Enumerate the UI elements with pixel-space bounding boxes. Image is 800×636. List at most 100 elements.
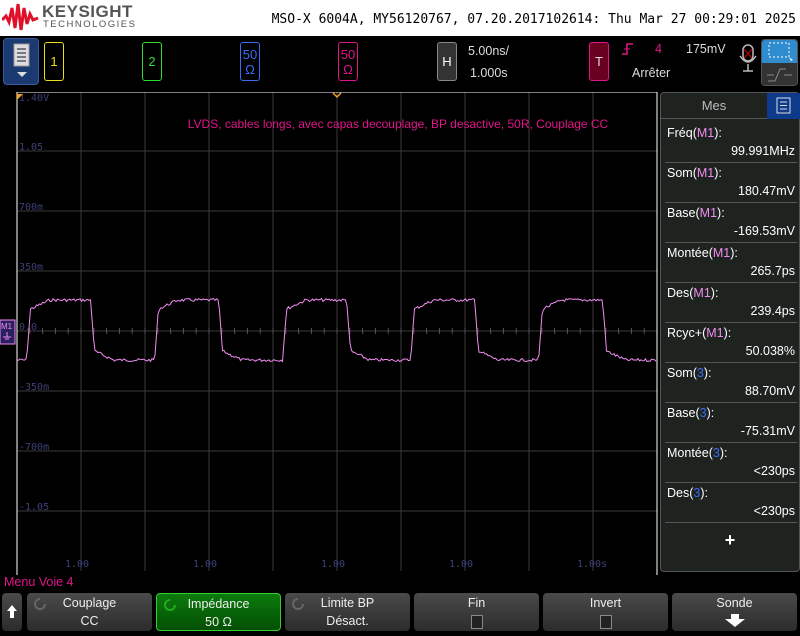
measurement-source: M1 <box>706 326 724 340</box>
y-axis-label: 1.40V <box>19 93 49 104</box>
channel-1-button[interactable]: 1 <box>44 42 64 81</box>
softkey-sonde[interactable]: Sonde <box>672 593 797 631</box>
measurement-label: Base(M1): <box>667 206 725 220</box>
measurement-label: Som(3): <box>667 366 712 380</box>
measurement-value: 180.47mV <box>738 184 795 198</box>
measurements-panel: Mes Fréq(M1): 99.991MHz Som(M1): 180.47mV Ba… <box>660 92 800 572</box>
rising-edge-icon <box>622 43 633 55</box>
waveform-display[interactable]: 1.40V 1.05 700m 350m 0.0 -350m -700m -1.05 1.00 1… <box>0 92 660 576</box>
measurement-row[interactable]: Base(3): -75.31mV <box>665 403 797 443</box>
x-axis-label: 1.00 <box>65 559 89 570</box>
channel-2-label: 2 <box>148 54 156 69</box>
softkey-fin[interactable]: Fin <box>414 593 539 631</box>
softkey-limite-bp[interactable]: Limite BP Désact. <box>285 593 410 631</box>
measurement-label: Montée(M1): <box>667 246 738 260</box>
add-measurement-button[interactable]: + <box>661 530 799 551</box>
measurement-row[interactable]: Base(M1): -169.53mV <box>665 203 797 243</box>
measurement-source: 3 <box>712 446 720 460</box>
softkey-couplage[interactable]: Couplage CC <box>27 593 152 631</box>
arrow-down-icon <box>724 614 745 627</box>
trigger-button[interactable]: T <box>589 42 609 81</box>
measurement-row[interactable]: Fréq(M1): 99.991MHz <box>665 123 797 163</box>
softkey-imp-dance[interactable]: Impédance 50 Ω <box>156 593 281 631</box>
y-axis-label: -700m <box>19 442 49 453</box>
y-axis-label: -350m <box>19 382 49 393</box>
measurement-value: 88.70mV <box>744 384 795 398</box>
measurement-row[interactable]: Des(M1): 239.4ps <box>665 283 797 323</box>
brand-sub: TECHNOLOGIES <box>43 19 137 30</box>
y-axis-label: 0.0 <box>19 322 37 333</box>
menu-up-button[interactable] <box>2 593 22 631</box>
measurement-source: M1 <box>696 166 715 180</box>
softkey-label: Couplage <box>62 596 117 610</box>
softkey-label: Sonde <box>716 596 753 610</box>
measurement-label: Des(3): <box>667 486 708 500</box>
microphone-icon[interactable] <box>738 44 758 74</box>
x-axis-label: 1.00s <box>577 559 607 570</box>
measurement-source: M1 <box>699 206 718 220</box>
measurement-value: 239.4ps <box>750 304 795 318</box>
y-axis-label: -1.05 <box>19 502 49 513</box>
graticule <box>16 92 658 575</box>
measurement-label: Des(M1): <box>667 286 719 300</box>
measurement-value: 265.7ps <box>750 264 795 278</box>
touch-mode-toggle[interactable] <box>761 39 798 86</box>
time-scale: 5.00ns/ <box>468 44 510 58</box>
measurement-label: Rcyc+(M1): <box>667 326 732 340</box>
measurement-value: -169.53mV <box>733 224 795 238</box>
time-delay: 1.000s <box>470 66 508 80</box>
softkey-invert[interactable]: Invert <box>543 593 668 631</box>
instrument-info: MSO-X 6004A, MY56120767, 07.20.201710261… <box>271 12 796 27</box>
channel-4-unit: Ω <box>343 61 353 77</box>
measurement-row[interactable]: Montée(M1): 265.7ps <box>665 243 797 283</box>
softkey-value: CC <box>80 614 99 628</box>
measurement-source: M1 <box>693 286 711 300</box>
channel-4-button[interactable]: 50 Ω <box>338 42 358 81</box>
x-axis-label: 1.00 <box>449 559 473 570</box>
channel-2-button[interactable]: 2 <box>142 42 162 81</box>
annotation-text: LVDS, cables longs, avec capas decouplag… <box>188 117 609 131</box>
list-icon <box>776 97 791 114</box>
softkey-label: Fin <box>467 596 486 610</box>
measurements-menu-button[interactable] <box>767 93 800 119</box>
measurement-row[interactable]: Som(3): 88.70mV <box>665 363 797 403</box>
run-status: Arrêter <box>632 66 671 80</box>
measurement-row[interactable]: Montée(3): <230ps <box>665 443 797 483</box>
measurement-row[interactable]: Rcyc+(M1): 50.038% <box>665 323 797 363</box>
measurements-tab[interactable]: Mes <box>661 93 767 119</box>
measurement-source: M1 <box>696 126 715 140</box>
m1-marker-label: M1 <box>1 322 13 331</box>
measurement-value: -75.31mV <box>740 424 795 438</box>
horizontal-button[interactable]: H <box>437 42 457 81</box>
channel-4-label: 50 <box>340 46 356 62</box>
measurement-value: <230ps <box>753 504 795 518</box>
measurement-label: Fréq(M1): <box>667 126 722 140</box>
trigger-level: 175mV <box>686 42 726 56</box>
measurement-source: 3 <box>699 406 707 420</box>
softkey-label: Limite BP <box>320 596 375 610</box>
measurement-row[interactable]: Des(3): <230ps <box>665 483 797 523</box>
checkbox[interactable] <box>599 615 612 629</box>
y-axis-label: 1.05 <box>19 142 43 153</box>
measurement-label: Som(M1): <box>667 166 722 180</box>
checkbox[interactable] <box>470 615 483 629</box>
arrow-up-icon <box>7 605 17 618</box>
measurement-value: <230ps <box>753 464 795 478</box>
channel-3-button[interactable]: 50 Ω <box>240 42 260 81</box>
measurement-row[interactable]: Som(M1): 180.47mV <box>665 163 797 203</box>
menu-title: Menu Voie 4 <box>4 575 74 589</box>
channel-1-label: 1 <box>50 54 58 69</box>
softkey-label: Invert <box>589 596 622 610</box>
trigger-source: 4 <box>655 42 662 56</box>
measurement-label: Base(3): <box>667 406 715 420</box>
measurement-label: Montée(3): <box>667 446 728 460</box>
softkey-value: 50 Ω <box>205 615 232 629</box>
measurement-value: 99.991MHz <box>731 144 795 158</box>
channel-3-label: 50 <box>242 46 258 62</box>
waveform-draw-icon[interactable] <box>762 63 797 85</box>
keysight-logo-icon <box>2 3 39 31</box>
title-bar: KEYSIGHT TECHNOLOGIES MSO-X 6004A, MY561… <box>0 0 800 36</box>
main-menu-button[interactable] <box>3 38 39 85</box>
zoom-select-icon[interactable] <box>762 40 797 63</box>
m1-ground-marker[interactable]: M1 <box>0 319 16 345</box>
